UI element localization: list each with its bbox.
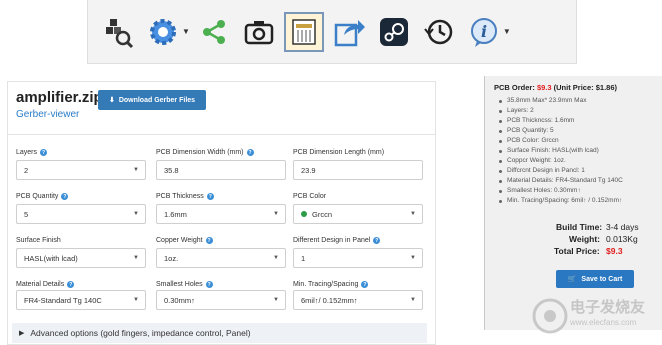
chevron-down-icon: ▼ [410,255,416,261]
total-price-label: Total Price: [554,246,600,256]
help-icon[interactable]: ? [40,149,48,156]
history-icon[interactable] [419,12,459,52]
steam-icon[interactable] [374,12,414,52]
chevron-down-icon: ▼ [273,211,279,217]
dim-width-input[interactable]: 35.8 [156,160,286,180]
gerber-viewer-link[interactable]: Gerber-viewer [16,109,79,120]
pcb-view-icon[interactable] [283,11,324,52]
list-item: Surface Finish: HASL(with lcad) [498,146,623,156]
color-select[interactable]: Grccn ▼ [293,204,423,224]
list-item: Smallest Holes: 0.30mm↑ [498,186,623,196]
list-item: Layers: 2 [498,106,623,116]
tracing-select[interactable]: 6mil↑/ 0.152mm↑ ▼ [293,290,423,310]
color-label: PCB Color [293,193,327,200]
chevron-down-icon: ▼ [273,297,279,303]
list-item: PCB Color: Grccn [498,136,623,146]
layers-select[interactable]: 2 ▼ [16,160,146,180]
help-icon[interactable]: ? [205,237,213,244]
divider [7,134,436,135]
help-icon[interactable]: ? [205,281,213,288]
chevron-down-icon: ▼ [273,255,279,261]
chevron-down-icon: ▼ [133,167,139,173]
chevron-down-icon: ▼ [410,211,416,217]
help-icon[interactable]: ? [67,281,75,288]
list-item: Min. Tracing/Spacing: 6mil↑ / 0.152mm↑ [498,196,623,206]
gear-icon[interactable] [143,12,183,52]
svg-text:i: i [481,22,487,41]
unit-price: (Unit Price: $1.86) [553,83,617,92]
camera-icon[interactable] [239,12,279,52]
copper-select[interactable]: 1oz. ▼ [156,248,286,268]
thickness-label: PCB Thickness? [156,193,214,200]
surface-label: Surface Finish [16,237,61,244]
color-swatch [301,211,307,217]
material-select[interactable]: FR4-Standard Tg 140C ▼ [16,290,146,310]
help-icon[interactable]: ? [373,237,381,244]
help-icon[interactable]: ? [246,149,254,156]
chevron-down-icon: ▼ [410,297,416,303]
chevron-down-icon[interactable]: ▼ [503,27,511,36]
order-spec-list: 35.8mm Max* 23.9mm Max Layers: 2 PCB Thi… [498,96,623,206]
help-icon[interactable]: ? [61,193,69,200]
dim-width-label: PCB Dimension Width (mm)? [156,149,254,156]
caret-right-icon: ▶ [19,330,25,337]
list-item: PCB Thickncss: 1.6mm [498,116,623,126]
copper-label: Copper Weight? [156,237,213,244]
tracing-label: Min. Tracing/Spacing? [293,281,369,288]
chevron-down-icon[interactable]: ▼ [182,27,190,36]
total-price-value: $9.3 [606,246,623,256]
build-time-label: Build Time: [556,222,603,232]
list-item: 35.8mm Max* 23.9mm Max [498,96,623,106]
chevron-down-icon: ▼ [133,255,139,261]
dim-length-label: PCB Dimension Length (mm) [293,149,385,156]
build-time-value: 3-4 days [606,222,639,232]
chevron-down-icon: ▼ [133,211,139,217]
export-icon[interactable] [329,12,369,52]
chevron-down-icon: ▼ [133,297,139,303]
download-gerber-button[interactable]: ⬇ Download Gerber Files [98,90,206,110]
toolbar: ▼ i ▼ [87,0,577,64]
order-price-line: PCB Order: $9.3 (Unit Price: $1.86) [494,83,617,92]
share-icon[interactable] [194,12,234,52]
panel-label: Different Design in Panel? [293,237,381,244]
dim-length-input[interactable]: 23.9 [293,160,423,180]
quantity-select[interactable]: 5 ▼ [16,204,146,224]
cart-icon: 🛒 [567,276,577,283]
weight-value: 0.013Kg [606,234,638,244]
panel-select[interactable]: 1 ▼ [293,248,423,268]
quantity-label: PCB Quantity? [16,193,69,200]
list-item: Material Details: FR4-Standard Tg 140C [498,176,623,186]
thickness-select[interactable]: 1.6mm ▼ [156,204,286,224]
surface-select[interactable]: HASL(with lcad) ▼ [16,248,146,268]
file-title: amplifier.zip [16,89,103,106]
holes-label: Smallest Holes? [156,281,213,288]
order-price: $9.3 [536,83,552,92]
advanced-options-toggle[interactable]: ▶ Advanced options (gold fingers, impeda… [12,323,427,343]
holes-select[interactable]: 0.30mm↑ ▼ [156,290,286,310]
help-icon[interactable]: ? [361,281,369,288]
watermark-url: www.elecfans.com [570,318,637,327]
material-label: Material Details? [16,281,75,288]
list-item: Coppcr Weight: 1oz. [498,156,623,166]
component-search-icon[interactable] [98,12,138,52]
download-icon: ⬇ [108,97,115,104]
help-icon[interactable]: ? [206,193,214,200]
watermark-text: 电子发烧友 [570,298,646,316]
weight-label: Weight: [569,234,601,244]
list-item: PCB Quantity: 5 [498,126,623,136]
list-item: Diffcrcnt Design in Pancl: 1 [498,166,623,176]
info-icon[interactable]: i [464,12,504,52]
layers-label: Layers? [16,149,48,156]
